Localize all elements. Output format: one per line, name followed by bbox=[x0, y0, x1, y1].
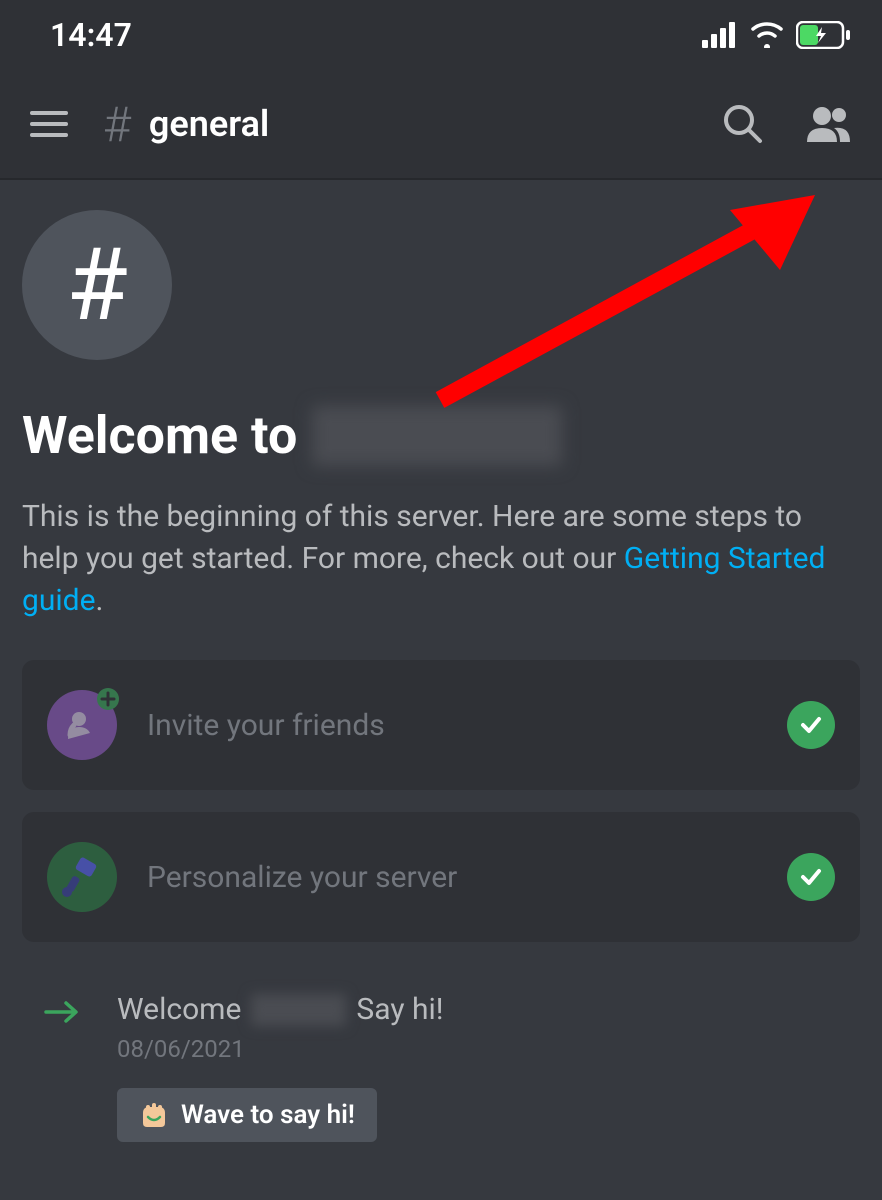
invite-label: Invite your friends bbox=[147, 708, 787, 743]
checkmark-icon bbox=[787, 853, 835, 901]
channel-header: # general bbox=[0, 70, 882, 180]
personalize-icon bbox=[47, 842, 117, 912]
invite-icon bbox=[47, 690, 117, 760]
join-arrow-icon bbox=[42, 998, 82, 1026]
system-message: Welcome Say hi! 08/06/2021 Wave to say h… bbox=[22, 992, 860, 1142]
status-time: 14:47 bbox=[50, 16, 132, 54]
channel-name: general bbox=[149, 103, 269, 145]
wave-button[interactable]: Wave to say hi! bbox=[117, 1088, 377, 1142]
checkmark-icon bbox=[787, 701, 835, 749]
wave-label: Wave to say hi! bbox=[181, 1100, 355, 1130]
channel-content: # Welcome to This is the beginning of th… bbox=[0, 180, 882, 1172]
redacted-server-name bbox=[312, 406, 562, 466]
hash-icon: # bbox=[66, 227, 128, 344]
wave-emoji-icon bbox=[139, 1101, 169, 1129]
message-content: Welcome Say hi! 08/06/2021 Wave to say h… bbox=[117, 992, 840, 1142]
search-icon[interactable] bbox=[722, 103, 764, 145]
welcome-description: This is the beginning of this server. He… bbox=[22, 496, 860, 622]
welcome-text: Welcome to bbox=[22, 405, 297, 466]
personalize-server-card[interactable]: Personalize your server bbox=[22, 812, 860, 942]
signal-icon bbox=[702, 22, 738, 48]
status-bar: 14:47 bbox=[0, 0, 882, 70]
redacted-username bbox=[251, 994, 346, 1026]
personalize-label: Personalize your server bbox=[147, 860, 787, 895]
menu-button[interactable] bbox=[30, 111, 68, 137]
welcome-title: Welcome to bbox=[22, 405, 860, 466]
status-icons bbox=[702, 21, 852, 49]
message-timestamp: 08/06/2021 bbox=[117, 1035, 840, 1063]
battery-icon bbox=[796, 21, 852, 49]
channel-avatar: # bbox=[22, 210, 172, 360]
invite-friends-card[interactable]: Invite your friends bbox=[22, 660, 860, 790]
members-icon[interactable] bbox=[804, 104, 852, 144]
wifi-icon bbox=[750, 22, 784, 48]
message-text: Welcome Say hi! bbox=[117, 992, 840, 1027]
hash-icon: # bbox=[103, 96, 131, 153]
